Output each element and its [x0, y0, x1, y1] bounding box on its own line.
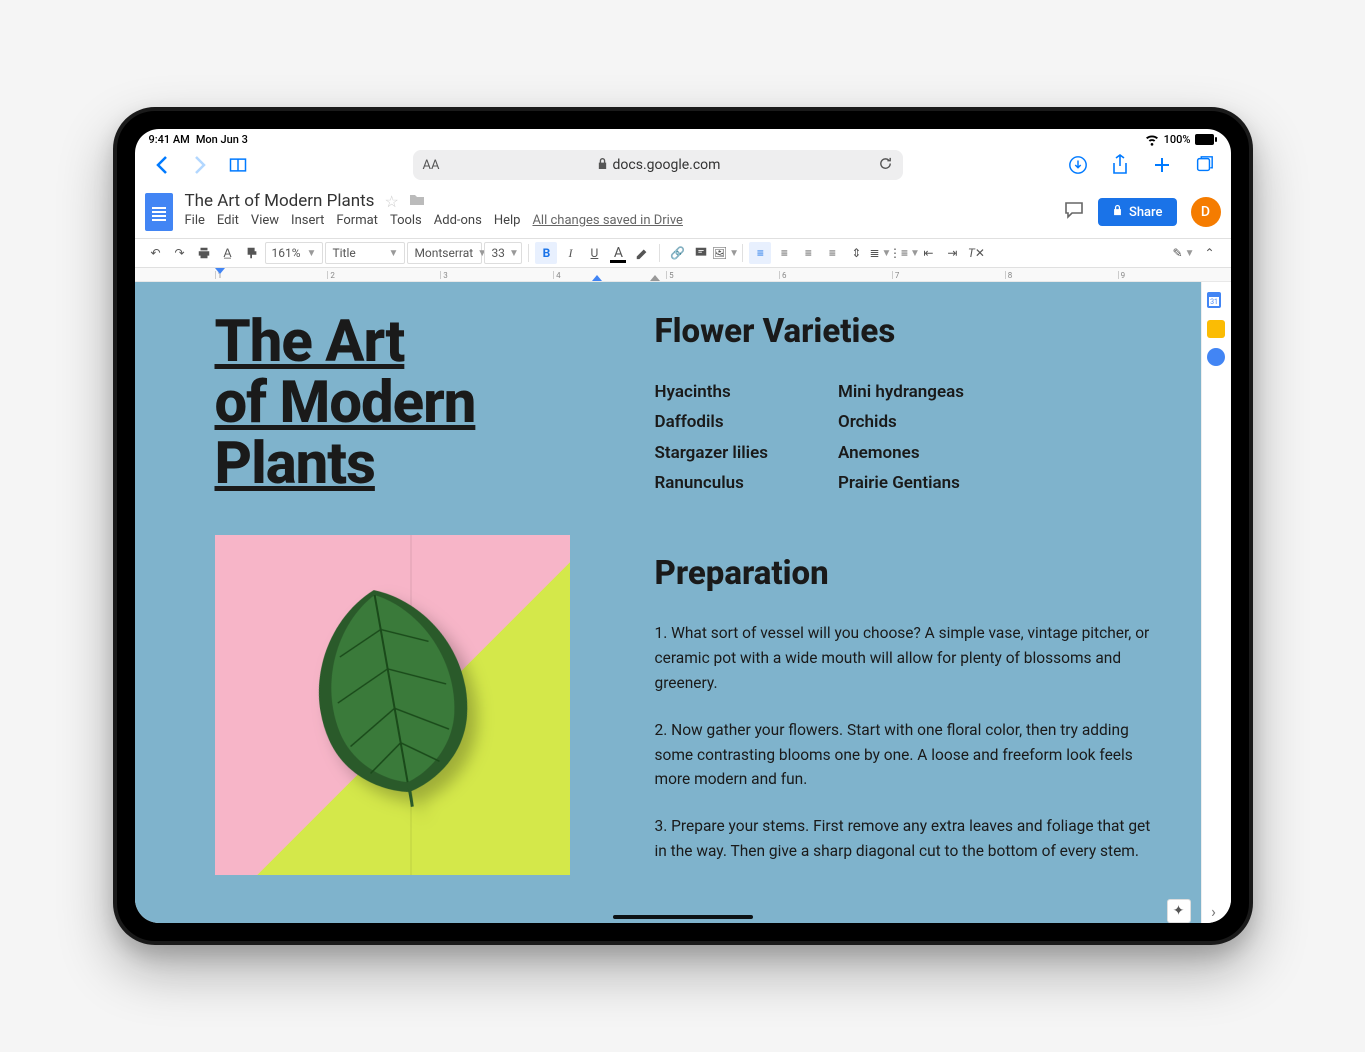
battery-icon: [1195, 134, 1217, 145]
menu-view[interactable]: View: [251, 213, 279, 228]
docs-header: The Art of Modern Plants ☆ File Edit Vie…: [135, 183, 1231, 238]
forward-button[interactable]: [185, 151, 215, 179]
canvas-area: The Art of Modern Plants: [135, 282, 1231, 923]
svg-text:31: 31: [1210, 298, 1218, 306]
preparation-steps[interactable]: 1. What sort of vessel will you choose? …: [655, 621, 1151, 863]
safari-toolbar: AA docs.google.com: [135, 147, 1231, 183]
section-heading-preparation[interactable]: Preparation: [655, 554, 1151, 593]
list-item: Daffodils: [655, 409, 769, 435]
collapse-toolbar-button[interactable]: ⌃: [1199, 242, 1221, 264]
list-item: Anemones: [838, 440, 964, 466]
document-page[interactable]: The Art of Modern Plants: [135, 282, 1201, 923]
expand-side-panel-button[interactable]: ›: [1203, 899, 1225, 923]
prep-step: 3. Prepare your stems. First remove any …: [655, 814, 1151, 864]
zoom-select[interactable]: 161%▼: [265, 242, 324, 264]
status-bar: 9:41 AM Mon Jun 3 100%: [135, 129, 1231, 147]
downloads-button[interactable]: [1063, 151, 1093, 179]
menu-insert[interactable]: Insert: [291, 213, 324, 228]
status-battery-pct: 100%: [1164, 133, 1191, 146]
highlight-button[interactable]: [631, 242, 653, 264]
redo-button[interactable]: ↷: [169, 242, 191, 264]
menu-edit[interactable]: Edit: [217, 213, 239, 228]
status-time: 9:41 AM: [149, 133, 190, 146]
wifi-icon: [1144, 131, 1160, 147]
explore-button[interactable]: ✦: [1167, 899, 1191, 923]
ruler[interactable]: 1 2 3 4 5 6 7 8 9: [135, 268, 1231, 282]
indent-decrease-button[interactable]: ⇤: [917, 242, 939, 264]
keep-icon[interactable]: [1207, 320, 1225, 338]
url-bar[interactable]: AA docs.google.com: [413, 150, 903, 180]
menu-help[interactable]: Help: [494, 213, 521, 228]
paint-format-button[interactable]: [241, 242, 263, 264]
star-icon[interactable]: ☆: [384, 192, 398, 211]
url-host: docs.google.com: [613, 157, 721, 173]
align-right-button[interactable]: ≡: [797, 242, 819, 264]
home-indicator[interactable]: [613, 915, 753, 919]
share-document-button[interactable]: Share: [1098, 198, 1177, 226]
list-item: Ranunculus: [655, 470, 769, 496]
side-panel: 31: [1201, 282, 1231, 923]
clear-format-button[interactable]: T✕: [965, 242, 987, 264]
editing-mode-button[interactable]: ✎▼: [1173, 242, 1195, 264]
align-center-button[interactable]: ≡: [773, 242, 795, 264]
document-image[interactable]: [215, 535, 570, 875]
prep-step: 1. What sort of vessel will you choose? …: [655, 621, 1151, 695]
indent-increase-button[interactable]: ⇥: [941, 242, 963, 264]
back-button[interactable]: [147, 151, 177, 179]
menu-format[interactable]: Format: [336, 213, 378, 228]
tasks-icon[interactable]: [1207, 348, 1225, 366]
list-item: Stargazer lilies: [655, 440, 769, 466]
share-label: Share: [1129, 205, 1163, 220]
insert-comment-button[interactable]: [690, 242, 712, 264]
prep-step: 2. Now gather your flowers. Start with o…: [655, 718, 1151, 792]
underline-button[interactable]: U: [583, 242, 605, 264]
account-avatar[interactable]: D: [1191, 197, 1221, 227]
insert-link-button[interactable]: 🔗: [666, 242, 688, 264]
refresh-button[interactable]: [878, 156, 893, 175]
text-color-button[interactable]: A: [607, 242, 629, 264]
bold-button[interactable]: B: [535, 242, 557, 264]
list-item: Mini hydrangeas: [838, 379, 964, 405]
font-select[interactable]: Montserrat▼: [407, 242, 482, 264]
italic-button[interactable]: I: [559, 242, 581, 264]
new-tab-button[interactable]: [1147, 151, 1177, 179]
varieties-list[interactable]: Hyacinths Daffodils Stargazer lilies Ran…: [655, 379, 1151, 496]
menu-tools[interactable]: Tools: [390, 213, 422, 228]
spellcheck-button[interactable]: A̲: [217, 242, 239, 264]
lock-icon: [1112, 204, 1123, 220]
list-item: Prairie Gentians: [838, 470, 964, 496]
list-item: Orchids: [838, 409, 964, 435]
tabs-button[interactable]: [1189, 151, 1219, 179]
ipad-frame: 9:41 AM Mon Jun 3 100% AA docs.google.co…: [113, 107, 1253, 945]
text-size-button[interactable]: AA: [423, 158, 440, 173]
screen: 9:41 AM Mon Jun 3 100% AA docs.google.co…: [135, 129, 1231, 923]
list-item: Hyacinths: [655, 379, 769, 405]
align-justify-button[interactable]: ≡: [821, 242, 843, 264]
bulleted-list-button[interactable]: ⋮≡▼: [893, 242, 915, 264]
save-status[interactable]: All changes saved in Drive: [532, 213, 683, 228]
lock-icon: [597, 157, 608, 174]
fontsize-select[interactable]: 33▼: [484, 242, 522, 264]
section-heading-varieties[interactable]: Flower Varieties: [655, 312, 1151, 351]
align-left-button[interactable]: ≡: [749, 242, 771, 264]
status-date: Mon Jun 3: [196, 133, 248, 146]
menu-bar: File Edit View Insert Format Tools Add-o…: [185, 213, 1052, 228]
document-title[interactable]: The Art of Modern Plants: [185, 191, 375, 211]
menu-file[interactable]: File: [185, 213, 205, 228]
docs-logo-icon[interactable]: [145, 193, 173, 231]
share-button[interactable]: [1105, 151, 1135, 179]
document-title-heading[interactable]: The Art of Modern Plants: [215, 312, 585, 495]
menu-addons[interactable]: Add-ons: [434, 213, 482, 228]
line-spacing-button[interactable]: ⇕: [845, 242, 867, 264]
move-folder-icon[interactable]: [409, 192, 425, 211]
format-toolbar: ↶ ↷ A̲ 161%▼ Title▼ Montserrat▼ 33▼ B I …: [135, 238, 1231, 268]
insert-image-button[interactable]: 🖼▼: [714, 242, 736, 264]
comments-icon[interactable]: [1064, 200, 1084, 224]
calendar-icon[interactable]: 31: [1207, 292, 1225, 310]
paragraph-style-select[interactable]: Title▼: [325, 242, 405, 264]
leaf-illustration: [274, 563, 511, 824]
bookmarks-button[interactable]: [223, 151, 253, 179]
print-button[interactable]: [193, 242, 215, 264]
undo-button[interactable]: ↶: [145, 242, 167, 264]
